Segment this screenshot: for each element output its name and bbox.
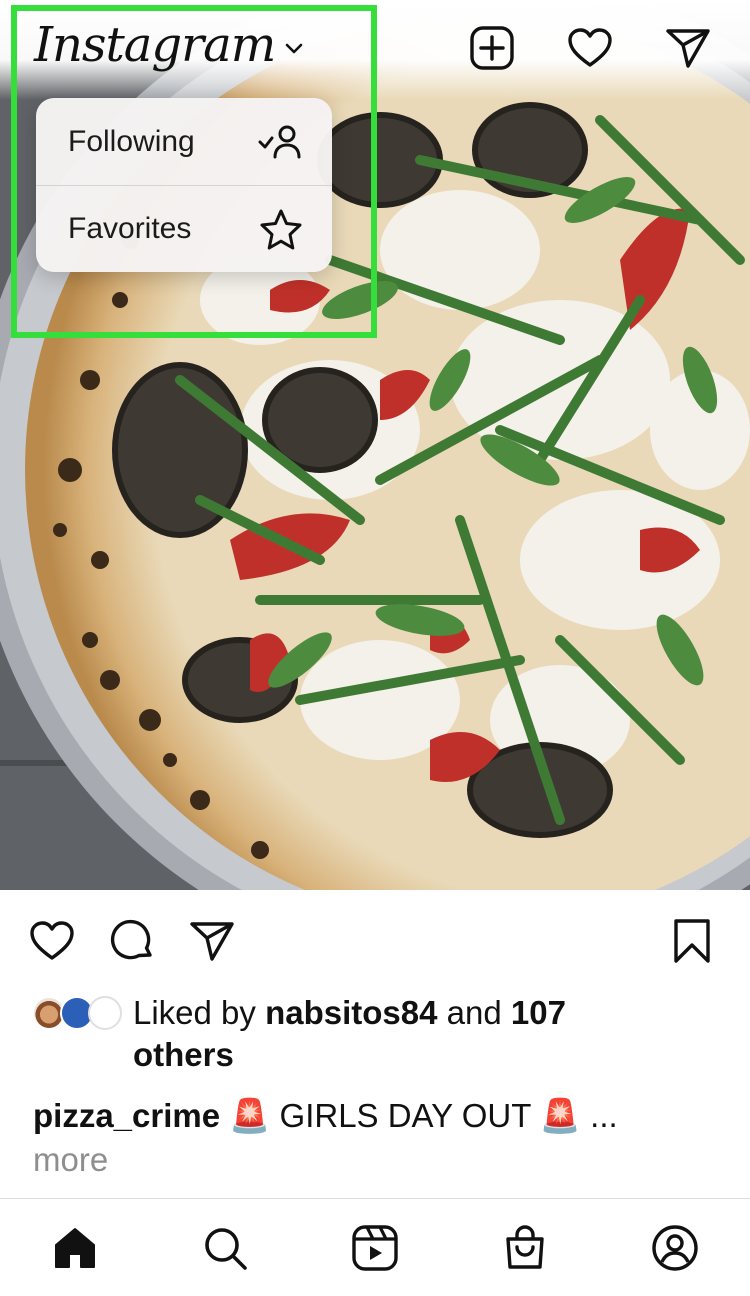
post-caption: pizza_crime 🚨 GIRLS DAY OUT 🚨 ... xyxy=(33,1094,733,1138)
chevron-down-icon[interactable] xyxy=(282,40,306,56)
reels-icon[interactable] xyxy=(350,1223,400,1273)
caption-text: 🚨 GIRLS DAY OUT 🚨 ... xyxy=(220,1097,618,1134)
share-button[interactable] xyxy=(188,917,236,965)
home-icon[interactable] xyxy=(50,1223,100,1273)
profile-icon[interactable] xyxy=(650,1223,700,1273)
menu-item-label: Favorites xyxy=(68,212,192,245)
avatar xyxy=(88,996,122,1030)
likes-others[interactable]: others xyxy=(133,1036,234,1073)
comment-button[interactable] xyxy=(108,917,156,965)
bottom-nav xyxy=(0,1198,750,1296)
comment-icon xyxy=(110,919,152,960)
instagram-logo[interactable]: Instagram xyxy=(34,10,276,80)
save-button[interactable] xyxy=(668,917,716,965)
star-icon xyxy=(260,209,302,250)
share-icon xyxy=(190,922,234,961)
liker-username[interactable]: nabsitos84 xyxy=(265,994,437,1031)
likes-count[interactable]: 107 xyxy=(511,994,566,1031)
menu-item-following[interactable]: Following xyxy=(36,98,332,185)
likes-middle: and xyxy=(437,994,511,1031)
top-bar: Instagram xyxy=(0,0,750,100)
menu-item-favorites[interactable]: Favorites xyxy=(36,185,332,272)
bookmark-icon xyxy=(674,919,710,963)
feed-filter-menu: Following Favorites xyxy=(36,98,332,272)
shop-icon[interactable] xyxy=(500,1223,550,1273)
direct-message-icon[interactable] xyxy=(664,24,712,72)
likes-prefix: Liked by xyxy=(133,994,266,1031)
following-icon xyxy=(258,125,301,159)
like-button[interactable] xyxy=(28,917,76,965)
new-post-icon[interactable] xyxy=(468,24,516,72)
heart-icon[interactable] xyxy=(566,24,614,72)
search-icon[interactable] xyxy=(200,1223,250,1273)
heart-icon xyxy=(30,921,74,960)
caption-more-link[interactable]: more xyxy=(33,1138,108,1182)
liker-avatars[interactable] xyxy=(32,996,122,1032)
likes-summary[interactable]: Liked by nabsitos84 and 107 others xyxy=(133,992,733,1076)
menu-item-label: Following xyxy=(68,124,195,158)
caption-username[interactable]: pizza_crime xyxy=(33,1097,220,1134)
